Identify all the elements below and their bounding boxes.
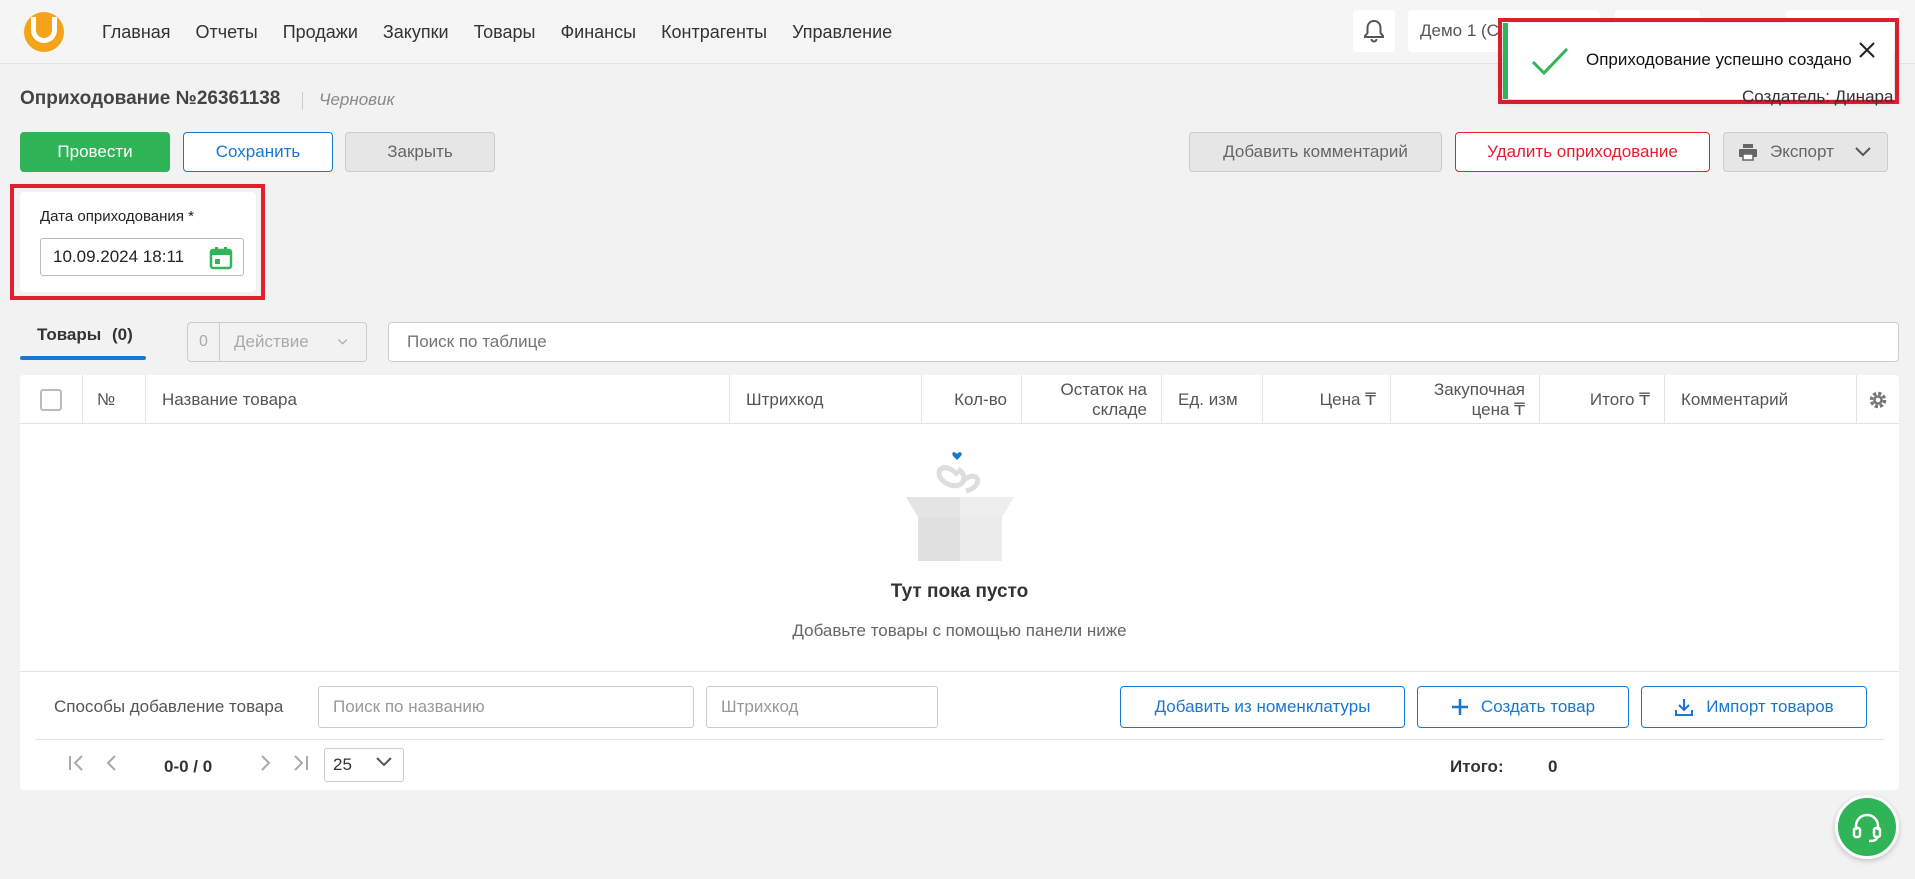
gear-icon	[1869, 391, 1887, 408]
col-purchase-price[interactable]: Закупочная цена ₸	[1391, 375, 1540, 424]
per-page-value: 25	[333, 755, 352, 774]
nav-item-sales[interactable]: Продажи	[283, 22, 358, 43]
col-stock-line2: складе	[1092, 399, 1147, 419]
tab-active-indicator	[20, 356, 146, 360]
date-value: 10.09.2024 18:11	[53, 247, 185, 266]
bulk-action-select[interactable]: 0 Действие	[187, 322, 367, 362]
barcode-input[interactable]: Штрихкод	[706, 686, 938, 728]
export-label: Экспорт	[1770, 142, 1834, 161]
title-divider	[302, 92, 303, 110]
product-name-search-input[interactable]: Поиск по названию	[318, 686, 694, 728]
col-name[interactable]: Название товара	[146, 375, 730, 424]
nav-item-finance[interactable]: Финансы	[560, 22, 636, 43]
pagination-controls-left	[66, 753, 120, 773]
chevron-down-icon	[1855, 147, 1871, 157]
status-label: Черновик	[319, 90, 395, 109]
support-chat-button[interactable]	[1835, 795, 1899, 859]
date-label: Дата оприходования *	[40, 208, 194, 225]
per-page-select[interactable]: 25	[324, 748, 404, 782]
create-product-button[interactable]: Создать товар	[1417, 686, 1629, 728]
save-button[interactable]: Сохранить	[183, 132, 333, 172]
date-card: Дата оприходования * 10.09.2024 18:11	[20, 192, 256, 292]
checkmark-icon	[1531, 47, 1569, 76]
add-panel-divider	[20, 671, 1899, 672]
import-products-label: Импорт товаров	[1706, 697, 1834, 716]
prev-page-icon[interactable]	[104, 753, 120, 773]
selected-count: 0	[188, 323, 220, 361]
calendar-icon[interactable]	[209, 246, 233, 270]
export-button[interactable]: Экспорт	[1723, 132, 1888, 172]
total-value: 0	[1548, 757, 1558, 776]
import-products-button[interactable]: Импорт товаров	[1641, 686, 1867, 728]
close-icon[interactable]	[1858, 41, 1876, 59]
add-methods-label: Способы добавление товара	[54, 697, 284, 716]
col-stock-line1: Остаток на	[1060, 379, 1147, 399]
chevron-down-icon	[337, 339, 348, 345]
col-stock[interactable]: Остаток на складе	[1022, 375, 1162, 424]
create-product-label: Создать товар	[1480, 697, 1596, 716]
plus-icon	[1451, 699, 1468, 715]
goods-table: № Название товара Штрихкод Кол-во Остато…	[20, 375, 1899, 790]
date-input[interactable]: 10.09.2024 18:11	[40, 238, 244, 276]
nav-item-contractors[interactable]: Контрагенты	[661, 22, 767, 43]
nav-item-goods[interactable]: Товары	[474, 22, 536, 43]
nav-item-purchases[interactable]: Закупки	[383, 22, 449, 43]
empty-box-illustration	[906, 452, 1014, 561]
nav-item-management[interactable]: Управление	[792, 22, 892, 43]
col-unit[interactable]: Ед. изм	[1162, 375, 1263, 424]
col-purchase-line2: цена ₸	[1471, 399, 1525, 419]
chevron-down-icon	[376, 757, 392, 767]
page-title: Оприходование №26361138	[20, 88, 281, 109]
select-all-cell	[20, 375, 83, 424]
printer-icon	[1739, 144, 1757, 161]
creator-label: Создатель: Динара	[1742, 87, 1894, 106]
col-purchase-line1: Закупочная	[1433, 379, 1525, 399]
pagination-divider	[35, 739, 1884, 740]
headset-icon	[1852, 813, 1882, 843]
close-button[interactable]: Закрыть	[345, 132, 495, 172]
pagination-range: 0-0 / 0	[164, 757, 213, 776]
nav-item-reports[interactable]: Отчеты	[196, 22, 258, 43]
col-total[interactable]: Итого ₸	[1540, 375, 1665, 424]
bell-icon	[1364, 19, 1384, 43]
tab-goods-label: Товары	[37, 325, 102, 344]
download-icon	[1675, 699, 1694, 716]
nav-item-home[interactable]: Главная	[102, 22, 171, 43]
add-comment-button[interactable]: Добавить комментарий	[1189, 132, 1442, 172]
tab-goods[interactable]: Товары (0)	[37, 325, 133, 345]
next-page-icon[interactable]	[257, 753, 273, 773]
main-nav: Главная Отчеты Продажи Закупки Товары Фи…	[102, 0, 892, 64]
col-price[interactable]: Цена ₸	[1263, 375, 1391, 424]
tab-goods-count: (0)	[112, 325, 133, 344]
first-page-icon[interactable]	[66, 753, 88, 773]
empty-state-subtitle: Добавьте товары с помощью панели ниже	[792, 621, 1127, 640]
toast-message: Оприходование успешно создано	[1586, 50, 1852, 69]
pagination-controls-right	[257, 753, 311, 773]
action-label: Действие	[234, 332, 309, 351]
table-settings[interactable]	[1857, 375, 1899, 424]
col-qty[interactable]: Кол-во	[922, 375, 1022, 424]
post-button[interactable]: Провести	[20, 132, 170, 172]
empty-state-title: Тут пока пусто	[890, 581, 1029, 602]
col-comment[interactable]: Комментарий	[1665, 375, 1857, 424]
table-header: № Название товара Штрихкод Кол-во Остато…	[20, 375, 1899, 424]
delete-button[interactable]: Удалить оприходование	[1455, 132, 1710, 172]
col-num: №	[83, 375, 146, 424]
notifications-button[interactable]	[1353, 10, 1395, 52]
last-page-icon[interactable]	[289, 753, 311, 773]
select-all-checkbox[interactable]	[40, 388, 62, 411]
app-logo[interactable]	[24, 12, 64, 52]
col-barcode[interactable]: Штрихкод	[730, 375, 922, 424]
add-from-catalog-button[interactable]: Добавить из номенклатуры	[1120, 686, 1405, 728]
table-search-input[interactable]	[388, 322, 1899, 362]
total-label: Итого:	[1450, 757, 1504, 776]
